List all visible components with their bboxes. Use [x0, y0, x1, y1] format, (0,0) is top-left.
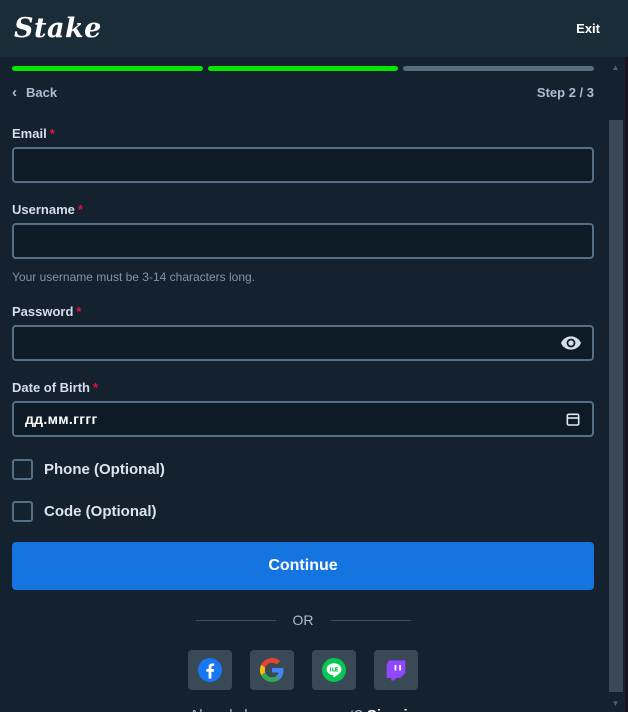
username-field-group: Username* Your username must be 3-14 cha… — [12, 202, 594, 284]
code-optional-checkbox-row[interactable]: Code (Optional) — [12, 501, 594, 522]
password-label: Password* — [12, 304, 594, 319]
twitch-icon — [385, 659, 407, 681]
signin-prompt: Already have an account? — [189, 707, 362, 712]
dob-input[interactable] — [12, 401, 594, 437]
phone-checkbox-label: Phone (Optional) — [44, 461, 165, 478]
password-input[interactable] — [12, 325, 594, 361]
divider-line — [331, 620, 411, 621]
registration-modal: Stake Exit ‹ Back Step 2 / 3 Email* — [0, 0, 628, 712]
step-indicator: Step 2 / 3 — [537, 85, 594, 100]
required-asterisk: * — [50, 126, 55, 141]
back-label: Back — [26, 85, 57, 100]
code-checkbox[interactable] — [12, 501, 33, 522]
required-asterisk: * — [76, 304, 81, 319]
footer-row: Already have an account? Sign in — [12, 707, 594, 712]
back-button[interactable]: ‹ Back — [12, 85, 57, 100]
google-icon — [260, 658, 284, 682]
scrollbar-thumb[interactable] — [609, 120, 623, 692]
scrollbar-down-arrow-icon[interactable]: ▼ — [606, 698, 625, 710]
nav-row: ‹ Back Step 2 / 3 — [12, 85, 594, 100]
required-asterisk: * — [93, 380, 98, 395]
scrollbar: ▲ ▼ — [606, 60, 625, 710]
phone-optional-checkbox-row[interactable]: Phone (Optional) — [12, 459, 594, 480]
social-login-row — [12, 650, 594, 690]
progress-segment-2 — [208, 66, 399, 71]
eye-icon[interactable] — [561, 336, 581, 350]
email-field-group: Email* — [12, 126, 594, 183]
email-label: Email* — [12, 126, 594, 141]
continue-button[interactable]: Continue — [12, 542, 594, 590]
scrollbar-up-arrow-icon[interactable]: ▲ — [606, 62, 625, 74]
password-field-group: Password* — [12, 304, 594, 361]
or-label: OR — [293, 612, 314, 628]
twitch-login-button[interactable] — [374, 650, 418, 690]
required-asterisk: * — [78, 202, 83, 217]
progress-segment-1 — [12, 66, 203, 71]
dob-field-group: Date of Birth* — [12, 380, 594, 437]
content: ‹ Back Step 2 / 3 Email* Username* Your … — [0, 66, 628, 712]
sign-in-link[interactable]: Sign in — [367, 707, 417, 712]
stake-logo[interactable]: Stake — [14, 13, 102, 44]
line-login-button[interactable] — [312, 650, 356, 690]
username-input[interactable] — [12, 223, 594, 259]
username-helper-text: Your username must be 3-14 characters lo… — [12, 270, 594, 284]
line-icon — [322, 658, 346, 682]
header: Stake Exit — [0, 0, 628, 57]
email-input[interactable] — [12, 147, 594, 183]
username-label: Username* — [12, 202, 594, 217]
or-divider: OR — [12, 612, 594, 628]
progress-bar — [12, 66, 594, 71]
chevron-left-icon: ‹ — [12, 85, 17, 100]
divider-line — [196, 620, 276, 621]
phone-checkbox[interactable] — [12, 459, 33, 480]
progress-segment-3 — [403, 66, 594, 71]
calendar-icon[interactable] — [565, 411, 581, 428]
facebook-login-button[interactable] — [188, 650, 232, 690]
code-checkbox-label: Code (Optional) — [44, 503, 157, 520]
google-login-button[interactable] — [250, 650, 294, 690]
facebook-icon — [198, 658, 222, 682]
dob-label: Date of Birth* — [12, 380, 594, 395]
exit-button[interactable]: Exit — [576, 21, 600, 36]
